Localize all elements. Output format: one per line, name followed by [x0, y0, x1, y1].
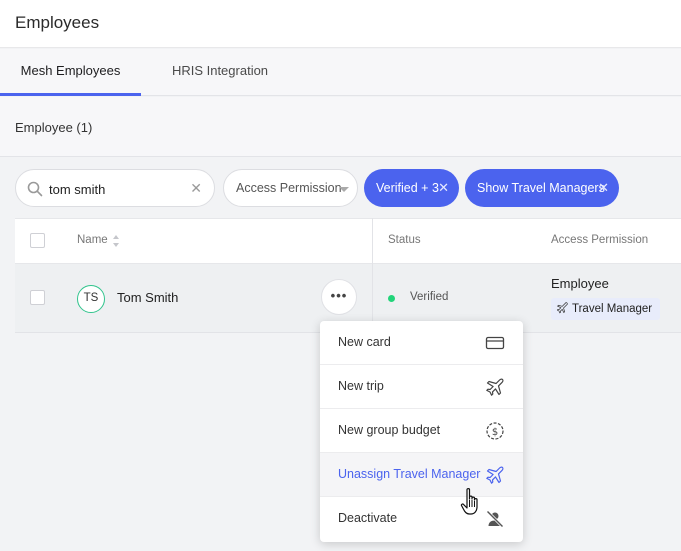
- column-header-name[interactable]: Name: [77, 234, 108, 246]
- search-box[interactable]: ✕: [15, 169, 215, 207]
- dollar-circle-icon: $: [486, 422, 504, 440]
- menu-item-new-card[interactable]: New card: [320, 321, 523, 365]
- svg-text:$: $: [492, 427, 498, 438]
- menu-item-label: New trip: [338, 379, 384, 393]
- filter-chip-label: Show Travel Managers: [477, 181, 605, 195]
- avatar: TS: [77, 285, 105, 313]
- menu-item-unassign-travel-manager[interactable]: Unassign Travel Manager: [320, 453, 523, 497]
- hand-cursor-icon: [460, 488, 478, 515]
- filter-bar: ✕ Access Permission Verified + 3 ✕ Show …: [0, 158, 681, 218]
- filter-chip-label: Verified + 3: [376, 181, 439, 195]
- column-divider: [372, 218, 373, 333]
- tab-bar: Mesh Employees HRIS Integration: [0, 49, 681, 96]
- close-icon[interactable]: ✕: [438, 169, 449, 207]
- column-header-access-permission: Access Permission: [551, 234, 649, 246]
- menu-item-new-group-budget[interactable]: New group budget $: [320, 409, 523, 453]
- menu-item-deactivate[interactable]: Deactivate: [320, 497, 523, 541]
- sort-icon[interactable]: [112, 234, 120, 248]
- chevron-down-icon: [339, 187, 349, 192]
- employee-count: Employee (1): [15, 120, 93, 135]
- card-icon: [485, 336, 505, 350]
- clear-search-icon[interactable]: ✕: [190, 180, 202, 197]
- filter-chip-travel-managers[interactable]: Show Travel Managers ✕: [465, 169, 619, 207]
- travel-manager-badge: Travel Manager: [551, 298, 661, 320]
- menu-item-label: Deactivate: [338, 511, 398, 525]
- plane-icon: [556, 302, 568, 314]
- menu-item-label: New card: [338, 335, 391, 349]
- status-text: Verified: [410, 291, 449, 303]
- column-header-status: Status: [388, 234, 421, 246]
- access-permission-value: Employee: [551, 276, 609, 291]
- search-input[interactable]: [49, 179, 189, 199]
- status-dot: [388, 295, 395, 302]
- access-permission-dropdown[interactable]: Access Permission: [223, 169, 358, 207]
- access-permission-label: Access Permission: [236, 181, 342, 195]
- employee-name: Tom Smith: [117, 290, 179, 305]
- tab-mesh-employees[interactable]: Mesh Employees: [0, 49, 141, 96]
- row-checkbox[interactable]: [30, 290, 45, 305]
- plane-icon: [486, 466, 504, 484]
- more-actions-button[interactable]: •••: [321, 279, 357, 315]
- menu-item-label: Unassign Travel Manager: [338, 467, 481, 481]
- row-actions-menu: New card New trip New group budget $ Una…: [320, 321, 523, 542]
- user-slash-icon: [486, 510, 504, 528]
- menu-item-label: New group budget: [338, 423, 441, 437]
- filter-chip-verified[interactable]: Verified + 3 ✕: [364, 169, 459, 207]
- badge-label: Travel Manager: [572, 303, 653, 315]
- search-icon: [27, 181, 43, 197]
- select-all-checkbox[interactable]: [30, 233, 45, 248]
- menu-item-new-trip[interactable]: New trip: [320, 365, 523, 409]
- page-title: Employees: [15, 13, 100, 32]
- plane-icon: [486, 378, 504, 396]
- close-icon[interactable]: ✕: [598, 169, 609, 207]
- tab-hris-integration[interactable]: HRIS Integration: [155, 49, 285, 96]
- page-header: Employees: [0, 0, 681, 48]
- table-header: Name Status Access Permission: [15, 218, 681, 264]
- results-summary: Employee (1): [0, 97, 681, 157]
